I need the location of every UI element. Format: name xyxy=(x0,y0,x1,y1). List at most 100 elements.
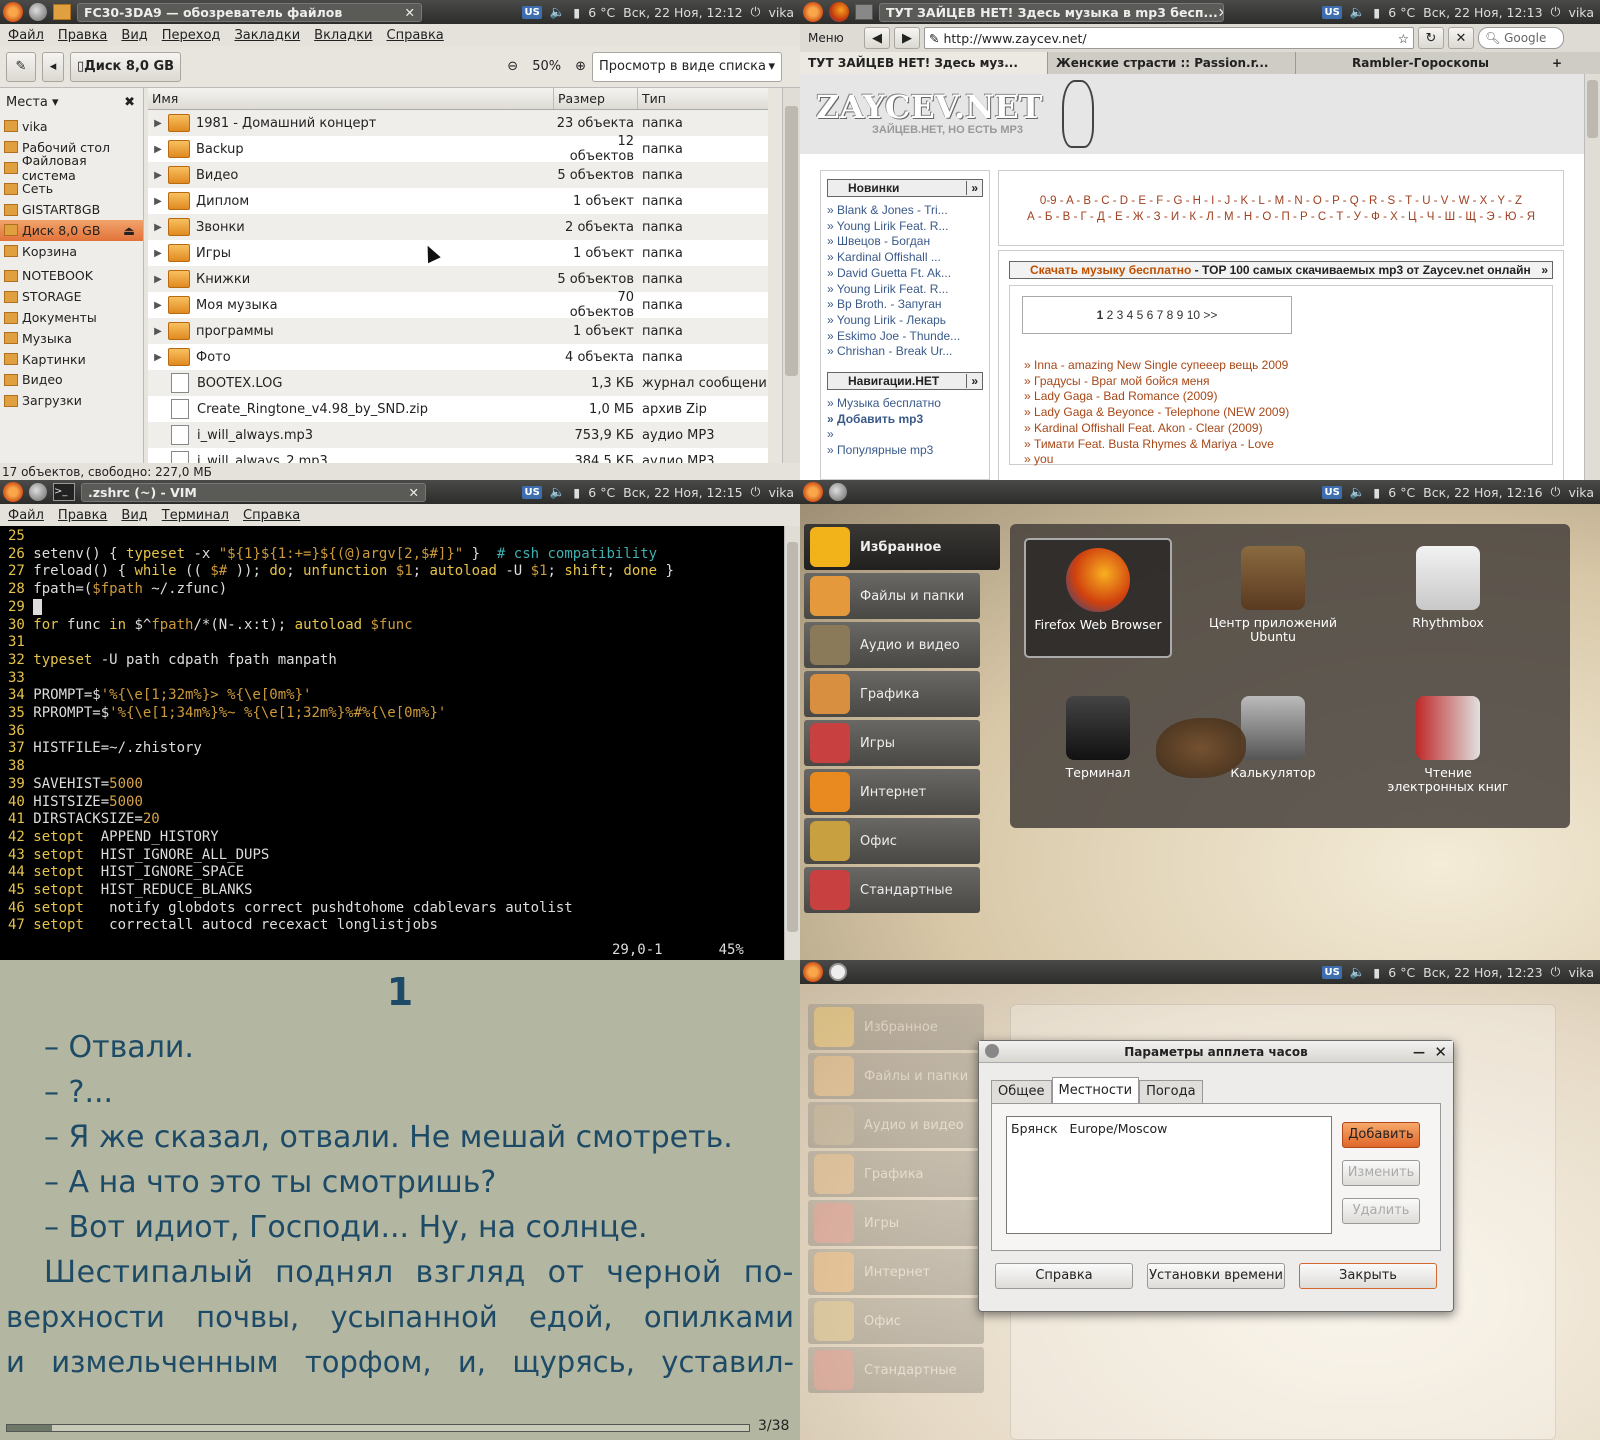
folder-icon[interactable] xyxy=(855,4,873,20)
user-name[interactable]: vika xyxy=(1568,965,1594,980)
battery-icon[interactable]: ▮ xyxy=(1373,965,1380,980)
menu-bookmarks[interactable]: Закладки xyxy=(234,28,300,43)
reader-page[interactable]: 1 – Отвали. – ?... – Я же сказал, отвали… xyxy=(0,960,800,1440)
column-type[interactable]: Тип xyxy=(638,88,768,109)
close-sidebar-icon[interactable]: ✖ xyxy=(124,95,135,110)
category-item[interactable]: Игры xyxy=(804,720,980,766)
category-item[interactable]: Интернет xyxy=(804,769,980,815)
list-item[interactable]: » Швецов - Богдан xyxy=(827,234,983,250)
stop-button[interactable]: ✕ xyxy=(1448,27,1474,49)
list-item[interactable]: » Young Lirik Feat. R... xyxy=(827,219,983,235)
table-row[interactable]: ▶ 1981 - Домашний концерт 23 объекта папка xyxy=(148,110,768,136)
weather-temp[interactable]: 6 °C xyxy=(1388,5,1415,20)
battery-icon[interactable]: ▮ xyxy=(573,485,580,500)
list-item[interactable]: » Lady Gaga & Beyonce - Telephone (NEW 2… xyxy=(1024,405,1289,421)
list-item[interactable]: » Young Lirik Feat. R... xyxy=(827,282,983,298)
search-input[interactable]: 🔍︎ Google xyxy=(1478,27,1564,49)
expand-icon[interactable]: » xyxy=(966,181,982,195)
tab-weather[interactable]: Погода xyxy=(1139,1080,1203,1103)
expander-icon[interactable]: ▶ xyxy=(148,222,168,233)
minimize-icon[interactable]: — xyxy=(1413,1041,1425,1063)
sidebar-item[interactable]: vika xyxy=(0,116,143,137)
category-item[interactable]: Офис xyxy=(804,818,980,864)
list-item[interactable]: » Добавить mp3 xyxy=(827,412,983,428)
clock-icon[interactable] xyxy=(829,963,847,981)
folder-icon[interactable] xyxy=(53,4,71,20)
help-button[interactable]: Справка xyxy=(995,1263,1133,1289)
app-launcher-item[interactable]: Центр приложений Ubuntu xyxy=(1199,538,1347,658)
list-item[interactable]: » Тимати Feat. Busta Rhymes & Mariya - L… xyxy=(1024,437,1289,453)
expander-icon[interactable]: ▶ xyxy=(148,144,168,155)
close-icon[interactable]: ✕ xyxy=(405,4,415,21)
category-item[interactable]: Избранное xyxy=(808,1004,984,1050)
list-item[interactable]: » Blank & Jones - Tri... xyxy=(827,203,983,219)
expander-icon[interactable]: ▶ xyxy=(148,118,168,129)
list-item[interactable]: » Chrishan - Break Ur... xyxy=(827,344,983,360)
vim-buffer[interactable]: 25 26 setenv() { typeset -x "${1}${1:+=}… xyxy=(0,526,768,947)
table-row[interactable]: ▶ Игры 1 объект папка xyxy=(148,240,768,266)
sidebar-item[interactable]: Картинки xyxy=(0,349,143,370)
category-item[interactable]: Графика xyxy=(804,671,980,717)
new-tab-icon[interactable]: + xyxy=(1544,52,1570,74)
locations-list[interactable]: Брянск Europe/Moscow xyxy=(1006,1116,1332,1234)
column-size[interactable]: Размер xyxy=(554,88,638,109)
alphabet-latin[interactable]: 0-9 - A - B - C - D - E - F - G - H - I … xyxy=(999,193,1563,209)
disk-path-button[interactable]: ▯ Диск 8,0 GB xyxy=(70,51,182,82)
eject-icon[interactable]: ⏏ xyxy=(123,223,135,238)
sidebar-item[interactable]: GISTART8GB xyxy=(0,199,143,220)
keyboard-layout-indicator[interactable]: US xyxy=(1322,965,1342,979)
app-launcher-item[interactable]: Firefox Web Browser xyxy=(1024,538,1172,658)
list-item[interactable]: » Bp Broth. - Запуган xyxy=(827,297,983,313)
category-item[interactable]: Файлы и папки xyxy=(804,573,980,619)
weather-temp[interactable]: 6 °C xyxy=(1388,965,1415,980)
clock[interactable]: Вск, 22 Ноя, 12:12 xyxy=(623,5,742,20)
window-menu-icon[interactable] xyxy=(985,1044,999,1058)
expand-icon[interactable]: » xyxy=(966,374,982,389)
list-item[interactable]: » xyxy=(827,427,983,443)
list-item[interactable]: » Eskimo Joe - Thunde... xyxy=(827,329,983,345)
edit-location-button[interactable]: ✎ xyxy=(6,51,36,82)
tab-rambler[interactable]: Rambler-Гороскопы xyxy=(1296,52,1544,74)
weather-temp[interactable]: 6 °C xyxy=(1388,485,1415,500)
volume-icon[interactable]: 🔈 xyxy=(1350,484,1366,500)
file-list-scrollbar[interactable] xyxy=(782,88,800,463)
ubuntu-logo-icon[interactable] xyxy=(3,482,23,502)
table-row[interactable]: ▶ Backup 12 объектов папка xyxy=(148,134,768,164)
menu-help[interactable]: Справка xyxy=(387,28,444,43)
list-item[interactable]: » Градусы - Враг мой бойся меня xyxy=(1024,374,1289,390)
sidebar-item[interactable]: Документы xyxy=(0,307,143,328)
table-row[interactable]: ▶ Видео 5 объектов папка xyxy=(148,162,768,188)
expander-icon[interactable]: ▶ xyxy=(148,300,168,311)
add-location-button[interactable]: Добавить xyxy=(1342,1122,1420,1148)
ubuntu-logo-icon[interactable] xyxy=(803,2,823,22)
keyboard-layout-indicator[interactable]: US xyxy=(1322,485,1342,499)
site-logo[interactable]: ZAYCEV.NET xyxy=(816,88,1043,126)
user-name[interactable]: vika xyxy=(768,5,794,20)
tab-general[interactable]: Общее xyxy=(991,1080,1052,1103)
window-title-tab[interactable]: ТУТ ЗАЙЦЕВ НЕТ! Здесь музыка в mp3 бесп.… xyxy=(879,2,1224,22)
tab-zaycev[interactable]: ТУТ ЗАЙЦЕВ НЕТ! Здесь муз... xyxy=(800,52,1048,74)
keyboard-layout-indicator[interactable]: US xyxy=(522,485,542,499)
progress-bar[interactable] xyxy=(6,1424,750,1432)
tab-passion[interactable]: Женские страсти :: Passion.r... xyxy=(1048,52,1296,74)
menu-edit[interactable]: Правка xyxy=(58,28,107,43)
sidebar-item[interactable]: Видео xyxy=(0,370,143,391)
menu-file[interactable]: Файл xyxy=(8,28,44,43)
list-item[interactable]: » David Guetta Ft. Ak... xyxy=(827,266,983,282)
table-row[interactable]: ▶ Диплом 1 объект папка xyxy=(148,188,768,214)
menu-help[interactable]: Справка xyxy=(243,508,300,523)
sidebar-item[interactable]: Музыка xyxy=(0,328,143,349)
sidebar-item[interactable]: Корзина xyxy=(0,241,143,262)
menu-edit[interactable]: Правка xyxy=(58,508,107,523)
category-item[interactable]: Графика xyxy=(808,1151,984,1197)
power-icon[interactable]: ⏻ xyxy=(1551,4,1561,20)
expander-icon[interactable]: ▶ xyxy=(148,248,168,259)
category-item[interactable]: Офис xyxy=(808,1298,984,1344)
list-item[interactable]: » Young Lirik - Лекарь xyxy=(827,313,983,329)
terminal-icon[interactable]: >_ xyxy=(53,483,75,501)
volume-icon[interactable]: 🔈 xyxy=(550,484,566,500)
app-launcher-item[interactable]: Терминал xyxy=(1024,688,1172,808)
clock[interactable]: Вск, 22 Ноя, 12:23 xyxy=(1423,965,1542,980)
table-row[interactable]: ▶ Фото 4 объекта папка xyxy=(148,344,768,370)
expander-icon[interactable]: ▶ xyxy=(148,196,168,207)
